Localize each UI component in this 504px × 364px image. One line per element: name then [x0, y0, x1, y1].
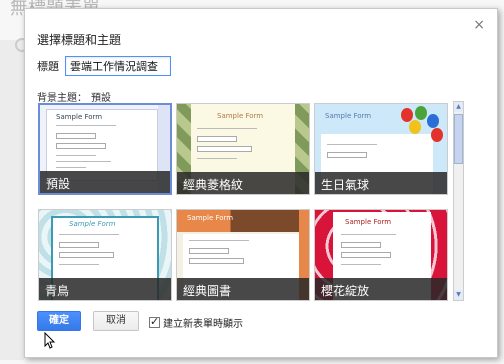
dialog-title: 選擇標題和主題: [37, 33, 122, 47]
choose-title-theme-dialog: × 選擇標題和主題 標題 背景主題：預設 Sample Form 預設: [24, 8, 498, 358]
preview-heading: Sample Form: [187, 214, 234, 222]
mouse-cursor-icon: [44, 332, 56, 349]
theme-tile-blue-bird[interactable]: Sample Form 青鳥: [38, 209, 172, 301]
preview-heading: Sample Form: [56, 113, 103, 121]
close-icon[interactable]: ×: [473, 17, 485, 33]
theme-label-classic-diamond: 經典菱格紋: [177, 172, 309, 194]
theme-label-birthday-balloons: 生日氣球: [315, 172, 447, 194]
preview-heading: Sample Form: [345, 218, 392, 226]
theme-tile-birthday-balloons[interactable]: Sample Form 生日氣球: [314, 103, 448, 195]
theme-tile-classic-diamond[interactable]: Sample Form 經典菱格紋: [176, 103, 310, 195]
theme-grid: Sample Form 預設 Sample Form 經典菱格紋 Sample …: [36, 101, 450, 301]
theme-label-default: 預設: [40, 171, 170, 193]
theme-label-cherry-blossom: 櫻花綻放: [315, 278, 447, 300]
title-input[interactable]: [65, 56, 171, 76]
background-sidebar: [0, 40, 24, 360]
cancel-button[interactable]: 取消: [93, 311, 139, 331]
show-on-new-form-checkbox[interactable]: [149, 315, 160, 328]
show-on-new-form-label: 建立新表單時顯示: [163, 319, 243, 330]
theme-label-classic-library: 經典圖書: [177, 278, 309, 300]
preview-heading: Sample Form: [325, 112, 372, 120]
show-on-new-form-option: 建立新表單時顯示: [149, 315, 243, 330]
scroll-down-arrow-icon[interactable]: ▼: [454, 290, 463, 300]
title-label: 標題: [37, 60, 59, 73]
theme-scrollbar[interactable]: ▲ ▼: [453, 101, 464, 301]
ok-button[interactable]: 確定: [37, 311, 81, 331]
theme-tile-cherry-blossom[interactable]: Sample Form 櫻花綻放: [314, 209, 448, 301]
preview-heading: Sample Form: [217, 112, 264, 120]
theme-tile-default[interactable]: Sample Form 預設: [38, 103, 172, 195]
title-row: 標題: [37, 56, 171, 76]
theme-tile-classic-library[interactable]: Sample Form 經典圖書: [176, 209, 310, 301]
theme-label-blue-bird: 青鳥: [39, 278, 171, 300]
scroll-up-arrow-icon[interactable]: ▲: [454, 102, 463, 112]
preview-heading: Sample Form: [69, 220, 116, 228]
scroll-thumb[interactable]: [454, 114, 463, 164]
